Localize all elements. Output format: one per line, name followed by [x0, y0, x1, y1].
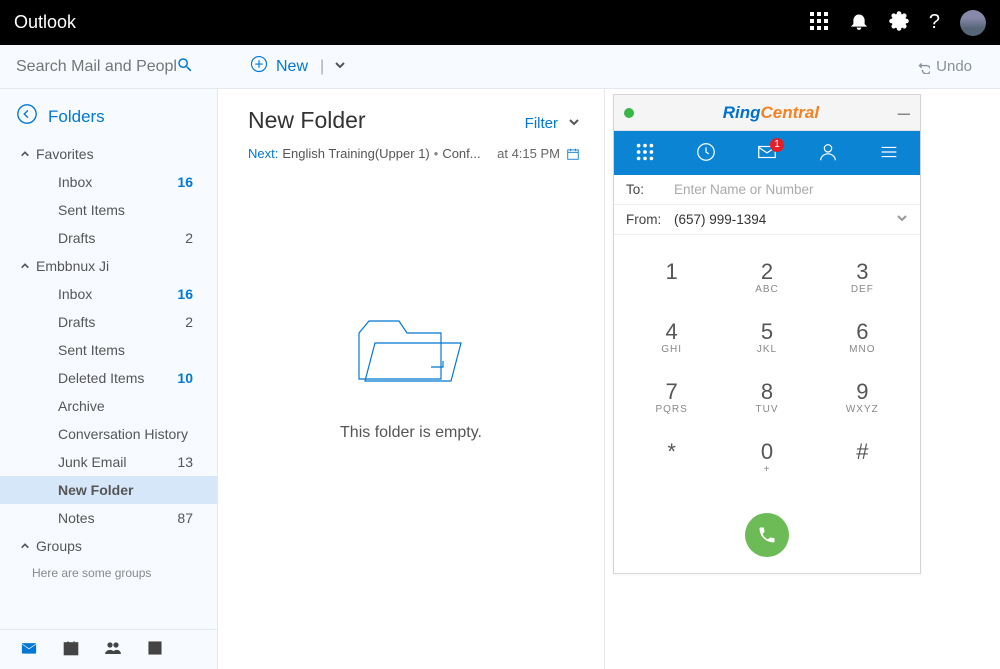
folder-item[interactable]: New Folder — [0, 476, 217, 504]
next-event-title: English Training(Upper 1) — [282, 146, 429, 161]
keypad-key[interactable]: 6MNO — [827, 319, 897, 355]
calendar-icon[interactable] — [62, 639, 80, 660]
mail-icon[interactable] — [20, 639, 38, 660]
undo-button[interactable]: Undo — [916, 58, 972, 75]
from-label: From: — [626, 212, 674, 227]
folder-item[interactable]: Drafts2 — [0, 308, 217, 336]
presence-dot-icon — [624, 108, 634, 118]
keypad-key[interactable]: 4GHI — [637, 319, 707, 355]
filter-button[interactable]: Filter — [525, 115, 580, 132]
from-field[interactable]: From: (657) 999-1394 — [614, 205, 920, 235]
keypad: 1 2ABC 3DEF 4GHI 5JKL 6MNO 7PQRS 8TUV 9WXYZ * 0+ # — [614, 235, 920, 509]
keypad-key[interactable]: 9WXYZ — [827, 379, 897, 415]
call-button[interactable] — [745, 513, 789, 557]
to-input[interactable] — [674, 182, 908, 197]
folder-group-header[interactable]: Groups — [0, 532, 217, 560]
folder-group-header[interactable]: Embbnux Ji — [0, 252, 217, 280]
chevron-down-icon — [896, 212, 908, 227]
content-pane: New Folder Filter Next: English Training… — [218, 89, 605, 669]
search-box[interactable] — [0, 56, 218, 77]
to-field: To: — [614, 175, 920, 205]
group-hint: Here are some groups — [0, 560, 217, 586]
plus-icon — [250, 55, 268, 78]
keypad-key[interactable]: 8TUV — [732, 379, 802, 415]
folder-list: FavoritesInbox16Sent ItemsDrafts2Embbnux… — [0, 140, 217, 629]
app-title: Outlook — [14, 12, 76, 33]
folder-item[interactable]: Conversation History — [0, 420, 217, 448]
folder-item[interactable]: Drafts2 — [0, 224, 217, 252]
ringcentral-panel: RingCentral – 1 To: From: (657) 999-1394… — [613, 94, 921, 574]
message-badge: 1 — [770, 138, 784, 152]
messages-tab[interactable]: 1 — [742, 141, 792, 166]
keypad-key[interactable]: 0+ — [732, 439, 802, 475]
from-value: (657) 999-1394 — [674, 212, 896, 227]
keypad-key[interactable]: 2ABC — [732, 259, 802, 295]
top-bar: Outlook ? — [0, 0, 1000, 45]
keypad-key[interactable]: 3DEF — [827, 259, 897, 295]
dialpad-tab[interactable] — [620, 141, 670, 166]
content-header: New Folder Filter — [218, 89, 604, 140]
tasks-icon[interactable] — [146, 639, 164, 660]
folder-item[interactable]: Sent Items — [0, 196, 217, 224]
rc-logo: RingCentral — [644, 103, 898, 123]
menu-tab[interactable] — [864, 141, 914, 166]
chevron-down-icon — [568, 115, 580, 132]
history-tab[interactable] — [681, 141, 731, 166]
keypad-key[interactable]: * — [637, 439, 707, 475]
folder-item[interactable]: Junk Email13 — [0, 448, 217, 476]
folder-item[interactable]: Deleted Items10 — [0, 364, 217, 392]
empty-message: This folder is empty. — [218, 424, 604, 442]
rc-nav: 1 — [614, 131, 920, 175]
sidebar: Folders FavoritesInbox16Sent ItemsDrafts… — [0, 89, 218, 669]
back-icon[interactable] — [16, 103, 38, 130]
next-label: Next: — [248, 146, 278, 161]
folders-title: Folders — [48, 107, 105, 127]
folder-group-header[interactable]: Favorites — [0, 140, 217, 168]
command-bar: New | Undo — [0, 45, 1000, 89]
next-event-time: at 4:15 PM — [497, 146, 580, 161]
bottom-nav — [0, 629, 217, 669]
folder-item[interactable]: Inbox16 — [0, 280, 217, 308]
keypad-key[interactable]: 1 — [637, 259, 707, 295]
to-label: To: — [626, 182, 674, 197]
keypad-key[interactable]: # — [827, 439, 897, 475]
new-button[interactable]: New | — [250, 55, 346, 78]
undo-label: Undo — [936, 58, 972, 75]
folder-item[interactable]: Inbox16 — [0, 168, 217, 196]
apps-icon[interactable] — [809, 11, 829, 34]
chevron-down-icon[interactable] — [334, 58, 346, 76]
folder-item[interactable]: Notes87 — [0, 504, 217, 532]
empty-folder-icon — [351, 311, 471, 391]
next-event-extra: Conf... — [442, 146, 480, 161]
people-icon[interactable] — [104, 639, 122, 660]
filter-label: Filter — [525, 115, 558, 132]
folders-header[interactable]: Folders — [0, 89, 217, 140]
folder-title: New Folder — [248, 107, 366, 134]
help-icon[interactable]: ? — [929, 11, 940, 34]
minimize-button[interactable]: – — [898, 108, 910, 118]
topbar-icons: ? — [809, 10, 986, 36]
contacts-tab[interactable] — [803, 141, 853, 166]
gear-icon[interactable] — [889, 11, 909, 34]
avatar[interactable] — [960, 10, 986, 36]
next-event-row[interactable]: Next: English Training(Upper 1) • Conf..… — [218, 140, 604, 171]
new-label: New — [276, 58, 308, 76]
bell-icon[interactable] — [849, 11, 869, 34]
keypad-key[interactable]: 7PQRS — [637, 379, 707, 415]
folder-item[interactable]: Sent Items — [0, 336, 217, 364]
search-input[interactable] — [16, 58, 176, 76]
search-icon[interactable] — [176, 56, 194, 77]
empty-state: This folder is empty. — [218, 171, 604, 442]
keypad-key[interactable]: 5JKL — [732, 319, 802, 355]
folder-item[interactable]: Archive — [0, 392, 217, 420]
rc-header: RingCentral – — [614, 95, 920, 131]
